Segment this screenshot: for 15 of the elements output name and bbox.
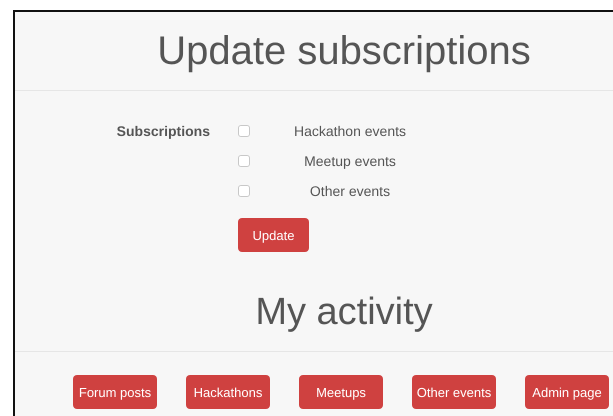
- nav-button[interactable]: Hackathons: [186, 375, 270, 409]
- page-title: Update subscriptions: [15, 12, 613, 91]
- checkbox-label: Meetup events: [303, 153, 397, 169]
- checkbox[interactable]: [238, 155, 250, 167]
- section-heading: My activity: [15, 252, 613, 352]
- checkbox[interactable]: [238, 125, 250, 137]
- nav-button[interactable]: Meetups: [299, 375, 383, 409]
- nav-button[interactable]: Admin page: [525, 375, 609, 409]
- checkbox[interactable]: [238, 185, 250, 197]
- checkbox-label: Other events: [308, 183, 392, 199]
- field-label: Subscriptions: [116, 122, 210, 141]
- nav-button[interactable]: Other events: [412, 375, 496, 409]
- update-button[interactable]: Update: [238, 218, 309, 252]
- checkbox-label: Hackathon events: [292, 123, 408, 139]
- nav-button[interactable]: Forum posts: [73, 375, 157, 409]
